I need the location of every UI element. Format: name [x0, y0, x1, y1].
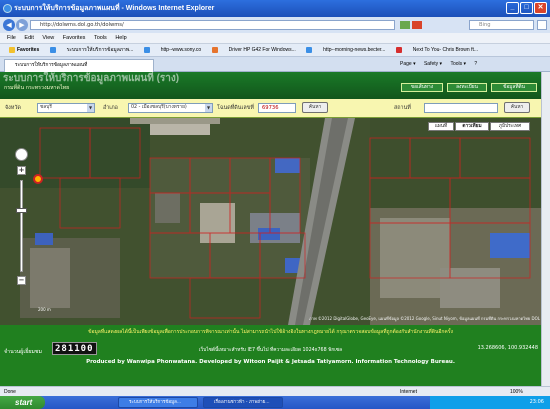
menu-bar: File Edit View Favorites Tools Help — [0, 33, 550, 44]
zoom-out-button[interactable]: − — [17, 276, 26, 285]
province-select[interactable]: ชลบุรี ▼ — [37, 103, 95, 113]
taskbar-item-photo[interactable]: เรื่องงานชาวฟ้า - ภาพถ่าย... — [203, 397, 283, 408]
menu-favorites[interactable]: Favorites — [63, 35, 86, 41]
district-select[interactable]: 02 - เมืองชลบุรี(บางทราย) ▼ — [128, 103, 213, 113]
clock: 23:06 — [529, 399, 544, 405]
page-content: ระบบการให้บริการข้อมูลภาพแผนที่ (ราง) กร… — [0, 72, 541, 386]
favorite-item[interactable]: Driver HP G42 For Windows... — [211, 46, 296, 53]
help-menu[interactable]: ? — [474, 61, 477, 67]
stop-icon[interactable] — [412, 21, 422, 29]
site-subtitle: กรมที่ดิน กระทรวงมหาดไทย — [4, 85, 70, 91]
zoom-in-button[interactable]: + — [17, 166, 26, 175]
search-icon[interactable] — [537, 20, 547, 30]
map-coordinates: 13.268606, 100.932448 — [477, 345, 538, 351]
credits: Produced by Wanwipa Phonwatana. Develope… — [86, 359, 455, 365]
tab-bar: ระบบการให้บริการข้อมูลภาพแผนที่ Page ▾ S… — [0, 57, 550, 72]
menu-file[interactable]: File — [7, 35, 16, 41]
parcel-search-button[interactable]: ค้นหา — [302, 102, 328, 113]
page-icon — [49, 46, 56, 53]
status-text: Done — [4, 389, 16, 395]
maximize-button[interactable]: □ — [520, 2, 533, 14]
route-button[interactable]: ขอเส้นทาง — [401, 83, 443, 92]
site-footer: ข้อมูลที่แสดงผลได้นี้เป็นเพียงข้อมูลเพื่… — [0, 325, 541, 386]
land-info-button[interactable]: ข้อมูลที่ดิน — [491, 83, 537, 92]
favorite-item[interactable]: http--www.sony.co — [143, 46, 201, 53]
register-button[interactable]: ลงทะเบียน — [447, 83, 487, 92]
disclaimer-notice: ข้อมูลที่แสดงผลได้นี้เป็นเพียงข้อมูลเพื่… — [88, 329, 453, 335]
tab-active[interactable]: ระบบการให้บริการข้อมูลภาพแผนที่ — [4, 59, 154, 72]
window-titlebar: ระบบการให้บริการข้อมูลภาพแผนที่ - Window… — [0, 0, 550, 17]
menu-view[interactable]: View — [42, 35, 54, 41]
window-title: ระบบการให้บริการข้อมูลภาพแผนที่ - Window… — [14, 5, 215, 12]
favorite-item[interactable]: http--morning-news.becter... — [306, 46, 385, 53]
close-button[interactable]: ✕ — [534, 2, 547, 14]
forward-button[interactable]: ▶ — [16, 19, 28, 31]
favorite-item[interactable]: Next To You- Chris Brown ft... — [395, 46, 478, 53]
back-button[interactable]: ◀ — [3, 19, 15, 31]
page-icon — [211, 46, 218, 53]
map-scale: 200 m — [38, 307, 51, 312]
system-tray: 23:06 — [430, 396, 550, 409]
ie-logo-icon — [3, 4, 12, 13]
map-type-terrain[interactable]: ภูมิประเทศ — [490, 122, 530, 131]
pan-control[interactable] — [15, 148, 28, 161]
map-type-satellite[interactable]: ดาวเทียม — [455, 122, 489, 131]
map-type-map[interactable]: แผนที่ — [428, 122, 454, 131]
favorites-button[interactable]: Favorites — [9, 46, 39, 53]
favorites-bar: Favorites ระบบการให้บริการข้อมูลภาพ... h… — [0, 44, 550, 57]
search-form: จังหวัด ชลบุรี ▼ อำเภอ 02 - เมืองชลบุรี(บ… — [0, 99, 541, 118]
safety-menu[interactable]: Safety ▾ — [424, 61, 442, 67]
menu-tools[interactable]: Tools — [94, 35, 107, 41]
parcel-label: โฉนดที่ดินเลขที่ — [217, 105, 254, 111]
video-icon — [395, 46, 402, 53]
search-input[interactable]: Bing — [469, 20, 534, 30]
pegman-icon[interactable] — [33, 174, 43, 184]
address-bar: ◀ ▶ http://dolwms.dol.go.th/dolwms/ Bing — [0, 17, 550, 33]
page-icon — [306, 46, 313, 53]
zoom-control: + − — [15, 148, 28, 298]
chevron-down-icon: ▼ — [205, 104, 212, 112]
page-menu[interactable]: Page ▾ — [400, 61, 416, 67]
satellite-imagery — [0, 118, 541, 325]
place-input[interactable] — [424, 103, 498, 113]
status-bar: Done Internet 100% — [0, 386, 550, 396]
site-header: ระบบการให้บริการข้อมูลภาพแผนที่ (ราง) กร… — [0, 72, 541, 99]
map-view[interactable]: แผนที่ ดาวเทียม ภูมิประเทศ + − 200 m ภาพ… — [0, 118, 541, 325]
chevron-down-icon: ▼ — [87, 104, 94, 112]
star-icon — [9, 46, 15, 53]
page-icon — [143, 46, 150, 53]
vertical-scrollbar[interactable] — [541, 72, 550, 386]
taskbar-item-browser[interactable]: ระบบการให้บริการข้อมูล... — [118, 397, 198, 408]
start-button[interactable]: start — [0, 396, 45, 409]
url-input[interactable]: http://dolwms.dol.go.th/dolwms/ — [30, 20, 395, 30]
place-label: สถานที่ — [394, 105, 411, 111]
refresh-icon[interactable] — [400, 21, 410, 29]
menu-help[interactable]: Help — [115, 35, 126, 41]
place-search-button[interactable]: ค้นหา — [504, 102, 530, 113]
favorite-item[interactable]: ระบบการให้บริการข้อมูลภาพ... — [49, 46, 133, 53]
map-copyright: ภาพ ©2012 DigitalGlobe, GeoEye, แผนที่ข้… — [309, 316, 540, 321]
district-label: อำเภอ — [103, 105, 118, 111]
zoom-slider[interactable] — [20, 180, 23, 272]
menu-edit[interactable]: Edit — [24, 35, 33, 41]
province-label: จังหวัด — [5, 105, 21, 111]
tools-menu[interactable]: Tools ▾ — [450, 61, 466, 67]
parcel-input[interactable]: 69736 — [258, 103, 296, 113]
zoom-slider-thumb[interactable] — [16, 208, 27, 213]
command-bar: Page ▾ Safety ▾ Tools ▾ ? — [393, 57, 477, 72]
taskbar: start ระบบการให้บริการข้อมูล... เรื่องงา… — [0, 396, 550, 409]
minimize-button[interactable]: _ — [506, 2, 519, 14]
